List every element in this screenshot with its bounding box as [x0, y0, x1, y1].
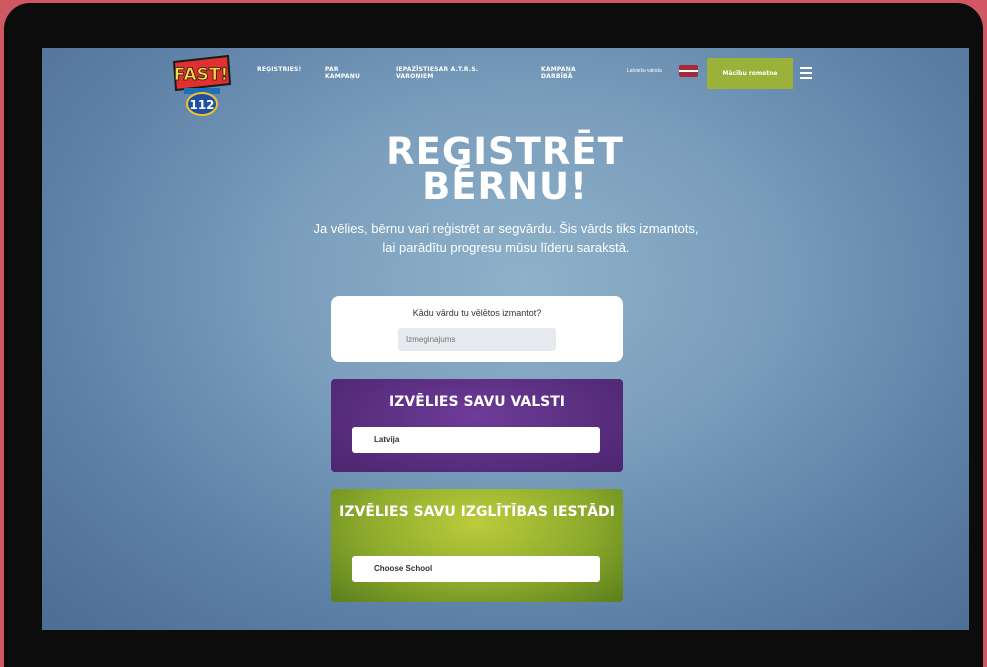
- nav-link-about[interactable]: Par kampaņu: [325, 66, 365, 80]
- nav-link-campaign-action[interactable]: Kampaņa darbībā: [541, 66, 583, 80]
- device-frame: FAST! 112 Reģistries! Par kampaņu Iepazī…: [4, 3, 983, 667]
- hamburger-menu-icon[interactable]: [800, 67, 812, 82]
- top-nav: FAST! 112 Reģistries! Par kampaņu Iepazī…: [42, 48, 969, 116]
- school-card: IZVĒLIES SAVU IZGLĪTĪBAS IESTĀDI Choose …: [331, 489, 623, 602]
- latvia-flag-icon[interactable]: [679, 65, 698, 77]
- screen: FAST! 112 Reģistries! Par kampaņu Iepazī…: [42, 48, 969, 630]
- country-select[interactable]: Latvija: [352, 427, 600, 453]
- fast-logo[interactable]: FAST! 112: [170, 54, 234, 116]
- intro-text: Ja vēlies, bērnu vari reģistrēt ar segvā…: [313, 221, 699, 255]
- logo-number: 112: [189, 98, 214, 112]
- country-heading: IZVĒLIES SAVU VALSTI: [389, 394, 565, 410]
- page-title: REĢISTRĒT BĒRNU!: [342, 130, 668, 208]
- country-card: IZVĒLIES SAVU VALSTI Latvija: [331, 379, 623, 472]
- nickname-input[interactable]: [398, 328, 556, 351]
- logo-text: FAST!: [174, 65, 228, 85]
- nickname-card: Kādu vārdu tu vēlētos izmantot?: [331, 296, 623, 362]
- language-label[interactable]: Latviešu valoda: [627, 68, 662, 74]
- nav-link-register[interactable]: Reģistries!: [257, 66, 302, 73]
- nickname-question: Kādu vārdu tu vēlētos izmantot?: [412, 308, 542, 318]
- school-select[interactable]: Choose School: [352, 556, 600, 582]
- school-heading: IZVĒLIES SAVU IZGLĪTĪBAS IESTĀDI: [339, 504, 615, 520]
- nav-link-heroes[interactable]: Iepazīstiesar A.T.R.S. varoņiem: [396, 66, 491, 80]
- learning-area-button[interactable]: Mācību rometne: [707, 58, 793, 89]
- title-line-2: BĒRNU!: [422, 165, 588, 208]
- title-line-1: REĢISTRĒT: [386, 130, 624, 173]
